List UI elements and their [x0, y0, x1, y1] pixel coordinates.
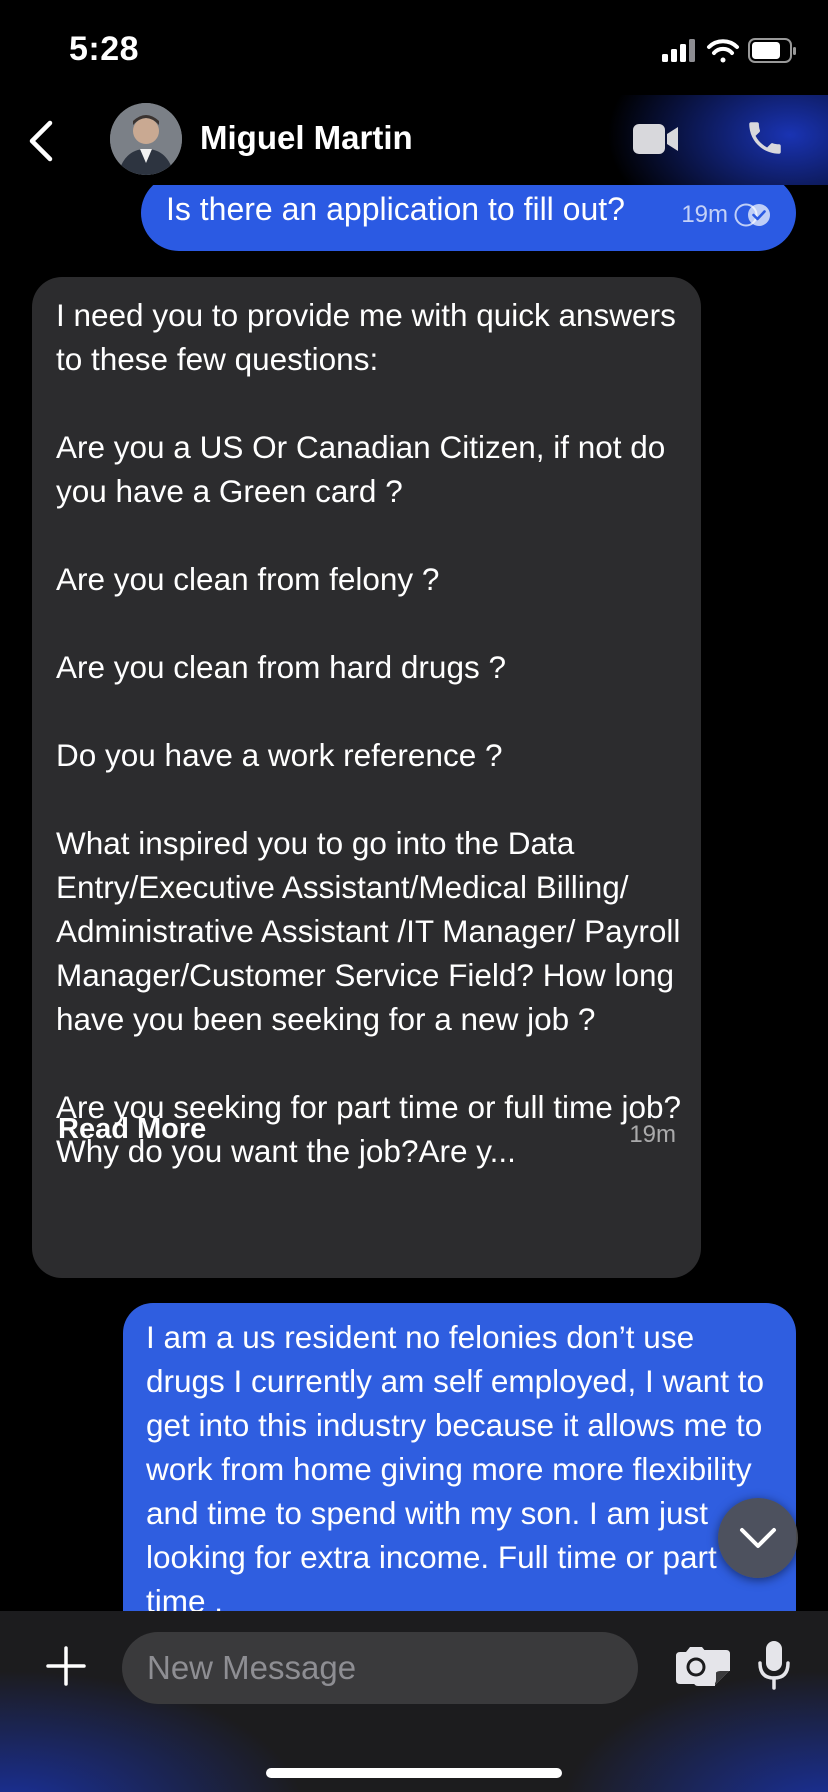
- outgoing-message[interactable]: Is there an application to fill out? 19m: [141, 185, 796, 251]
- status-bar: 5:28: [0, 0, 828, 95]
- chevron-down-icon: [740, 1528, 776, 1548]
- message-text: Is there an application to fill out?: [166, 191, 625, 227]
- status-time: 5:28: [69, 30, 140, 68]
- read-more-link[interactable]: Read More: [58, 1113, 206, 1146]
- message-meta: 19m: [681, 201, 772, 229]
- phone-icon: [749, 122, 781, 154]
- home-indicator[interactable]: [266, 1768, 562, 1778]
- composer-bar: New Message: [0, 1611, 828, 1792]
- chat-header: Miguel Martin: [0, 95, 828, 185]
- message-time: 19m: [629, 1121, 676, 1148]
- status-icons: [662, 36, 798, 66]
- plus-icon: [46, 1646, 86, 1686]
- video-call-icon: [633, 124, 678, 154]
- message-time: 19m: [681, 201, 728, 228]
- attach-button[interactable]: [44, 1644, 88, 1688]
- message-text: I need you to provide me with quick answ…: [56, 297, 682, 1169]
- battery-icon: [748, 38, 796, 63]
- camera-button[interactable]: [672, 1644, 720, 1686]
- read-receipt-icon: [734, 203, 770, 227]
- microphone-icon: [758, 1641, 790, 1690]
- camera-icon: [676, 1647, 716, 1684]
- scroll-to-bottom-button[interactable]: [718, 1498, 798, 1578]
- outgoing-message[interactable]: I am a us resident no felonies don’t use…: [123, 1303, 796, 1611]
- signal-icon: [662, 39, 695, 62]
- wifi-icon: [707, 39, 739, 63]
- contact-name[interactable]: Miguel Martin: [200, 119, 413, 157]
- message-text: I am a us resident no felonies don’t use…: [146, 1319, 765, 1611]
- message-input[interactable]: New Message: [122, 1632, 730, 1704]
- message-list[interactable]: Is there an application to fill out? 19m…: [0, 185, 828, 1611]
- phone-call-button[interactable]: [744, 117, 786, 159]
- microphone-button[interactable]: [757, 1639, 791, 1691]
- back-chevron-icon: [29, 120, 53, 162]
- avatar[interactable]: [110, 103, 182, 175]
- incoming-message[interactable]: I need you to provide me with quick answ…: [32, 277, 701, 1278]
- video-call-button[interactable]: [632, 120, 680, 158]
- message-input-placeholder: New Message: [147, 1649, 357, 1686]
- back-button[interactable]: [22, 117, 62, 165]
